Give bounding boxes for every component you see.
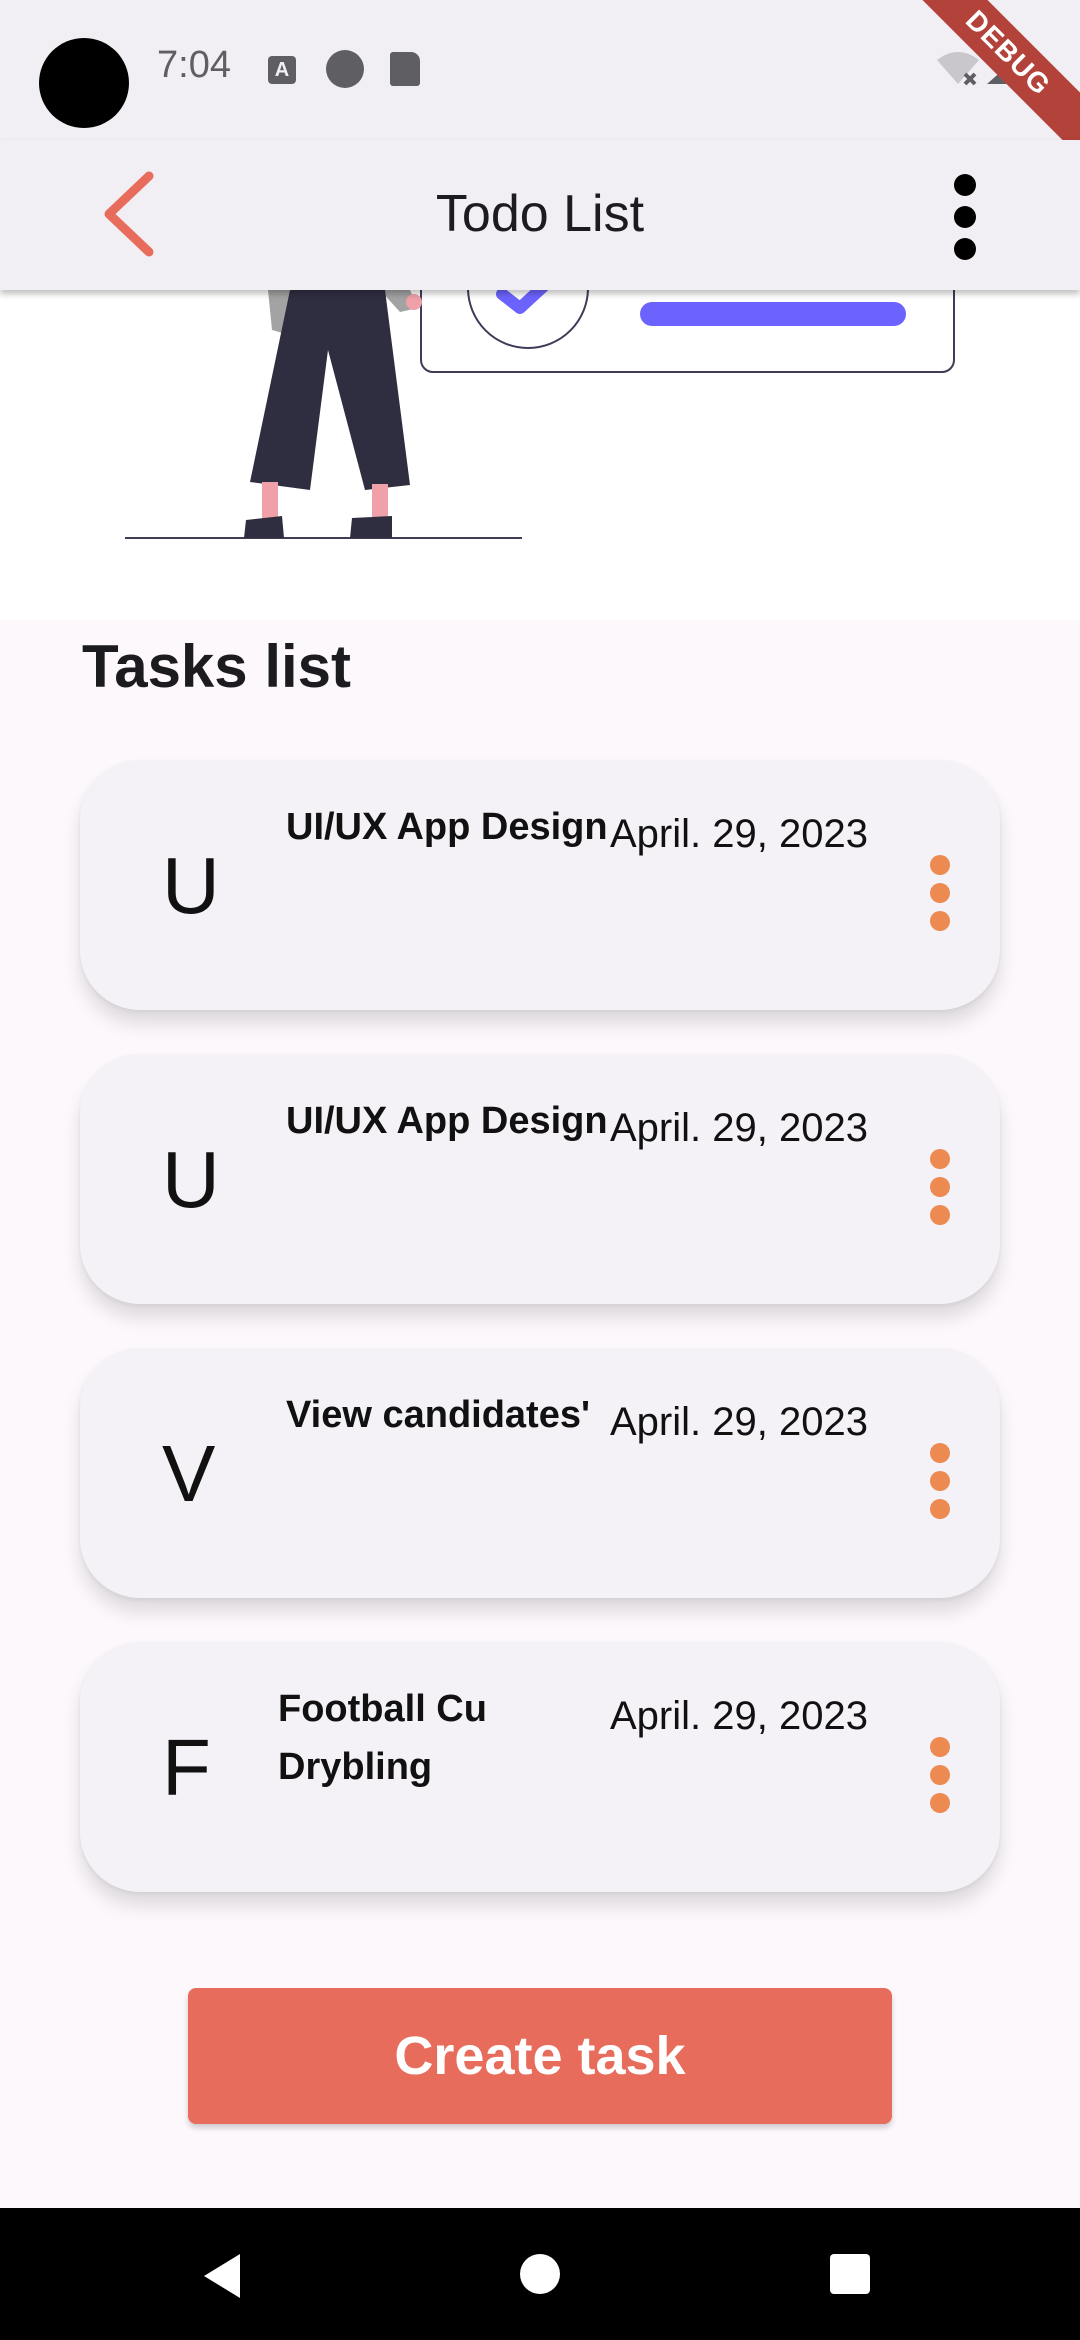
text-a-icon: A xyxy=(268,56,296,84)
more-vert-icon xyxy=(930,1443,950,1463)
section-title: Tasks list xyxy=(82,633,352,700)
task-card[interactable]: V View candidates' April. 29, 2023 xyxy=(80,1348,1000,1598)
task-title: UI/UX App Design xyxy=(286,1100,608,1142)
nav-recents-icon[interactable] xyxy=(830,2254,870,2294)
nav-home-icon[interactable] xyxy=(520,2254,560,2294)
circle-app-icon xyxy=(326,50,364,88)
task-card[interactable]: U UI/UX App Design April. 29, 2023 xyxy=(80,1054,1000,1304)
task-title: Football Cu Drybling xyxy=(278,1688,487,1788)
header-illustration xyxy=(0,227,1080,620)
task-more-button[interactable] xyxy=(926,1149,956,1229)
person-checklist-illustration xyxy=(125,227,955,539)
more-vert-icon xyxy=(930,855,950,875)
task-card[interactable]: U UI/UX App Design April. 29, 2023 xyxy=(80,760,1000,1010)
task-more-button[interactable] xyxy=(926,855,956,935)
camera-cutout xyxy=(39,38,129,128)
task-avatar-letter: U xyxy=(162,841,220,930)
task-date: April. 29, 2023 xyxy=(610,1400,868,1444)
task-date: April. 29, 2023 xyxy=(610,1694,868,1738)
task-title: UI/UX App Design xyxy=(286,806,608,848)
task-avatar-letter: F xyxy=(162,1723,211,1812)
more-vert-icon xyxy=(930,1149,950,1169)
more-menu-button[interactable] xyxy=(940,166,990,266)
task-avatar-letter: V xyxy=(162,1429,216,1518)
create-task-button[interactable]: Create task xyxy=(188,1988,892,2124)
task-title: View candidates' xyxy=(286,1394,591,1436)
more-vert-icon xyxy=(954,174,976,196)
nav-back-icon[interactable] xyxy=(200,2252,244,2300)
wifi-off-icon xyxy=(937,52,979,86)
task-card[interactable]: F Football Cu Drybling April. 29, 2023 xyxy=(80,1642,1000,1892)
task-date: April. 29, 2023 xyxy=(610,1106,868,1150)
task-more-button[interactable] xyxy=(926,1443,956,1523)
system-nav-bar xyxy=(0,2208,1080,2340)
status-time: 7:04 xyxy=(157,44,231,86)
task-date: April. 29, 2023 xyxy=(610,812,868,856)
page-title: Todo List xyxy=(435,185,645,243)
more-vert-icon xyxy=(930,1737,950,1757)
task-avatar-letter: U xyxy=(162,1135,220,1224)
task-more-button[interactable] xyxy=(926,1737,956,1817)
app-bar: Todo List xyxy=(0,140,1080,290)
sd-card-icon xyxy=(390,52,420,86)
status-bar: 7:04 A DEBUG xyxy=(0,0,1080,169)
